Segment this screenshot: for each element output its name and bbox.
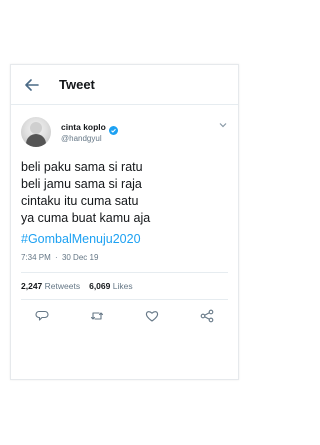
retweets-count: 2,247 xyxy=(21,281,43,291)
tweet-line: beli paku sama si ratu xyxy=(21,160,143,174)
tweet-line: cintaku itu cuma satu xyxy=(21,194,139,208)
verified-badge-icon xyxy=(108,122,118,135)
page-title: Tweet xyxy=(59,77,95,92)
avatar[interactable] xyxy=(21,117,51,147)
hashtag-link[interactable]: #GombalMenuju2020 xyxy=(21,231,228,248)
author-row: cinta koplo @handgyul xyxy=(11,105,238,147)
likes-label: Likes xyxy=(112,281,133,291)
likes-count: 6,069 xyxy=(89,281,111,291)
tweet-line: beli jamu sama si raja xyxy=(21,177,142,191)
back-arrow-icon[interactable] xyxy=(23,76,41,94)
top-bar: Tweet xyxy=(11,65,238,105)
retweet-icon[interactable] xyxy=(90,309,104,323)
likes-stat[interactable]: 6,069 Likes xyxy=(89,281,133,291)
retweets-stat[interactable]: 2,247 Retweets xyxy=(21,281,80,291)
share-icon[interactable] xyxy=(200,309,214,323)
tweet-stats: 2,247 Retweets 6,069 Likes xyxy=(21,272,228,300)
tweet-card: Tweet cinta koplo @handgyul beli paku sa… xyxy=(10,64,239,380)
tweet-time: 7:34 PM xyxy=(21,253,51,262)
author-names: cinta koplo @handgyul xyxy=(61,122,118,143)
tweet-date: 30 Dec 19 xyxy=(61,253,99,262)
author-name[interactable]: cinta koplo xyxy=(61,122,106,132)
retweets-label: Retweets xyxy=(44,281,81,291)
meta-separator: · xyxy=(55,253,58,262)
action-bar xyxy=(11,300,238,323)
chevron-down-icon[interactable] xyxy=(218,117,228,128)
like-icon[interactable] xyxy=(145,309,159,323)
tweet-line: ya cuma buat kamu aja xyxy=(21,211,151,225)
reply-icon[interactable] xyxy=(35,309,49,323)
tweet-text: beli paku sama si ratu beli jamu sama si… xyxy=(11,147,238,248)
tweet-timestamp: 7:34 PM · 30 Dec 19 xyxy=(11,248,238,262)
